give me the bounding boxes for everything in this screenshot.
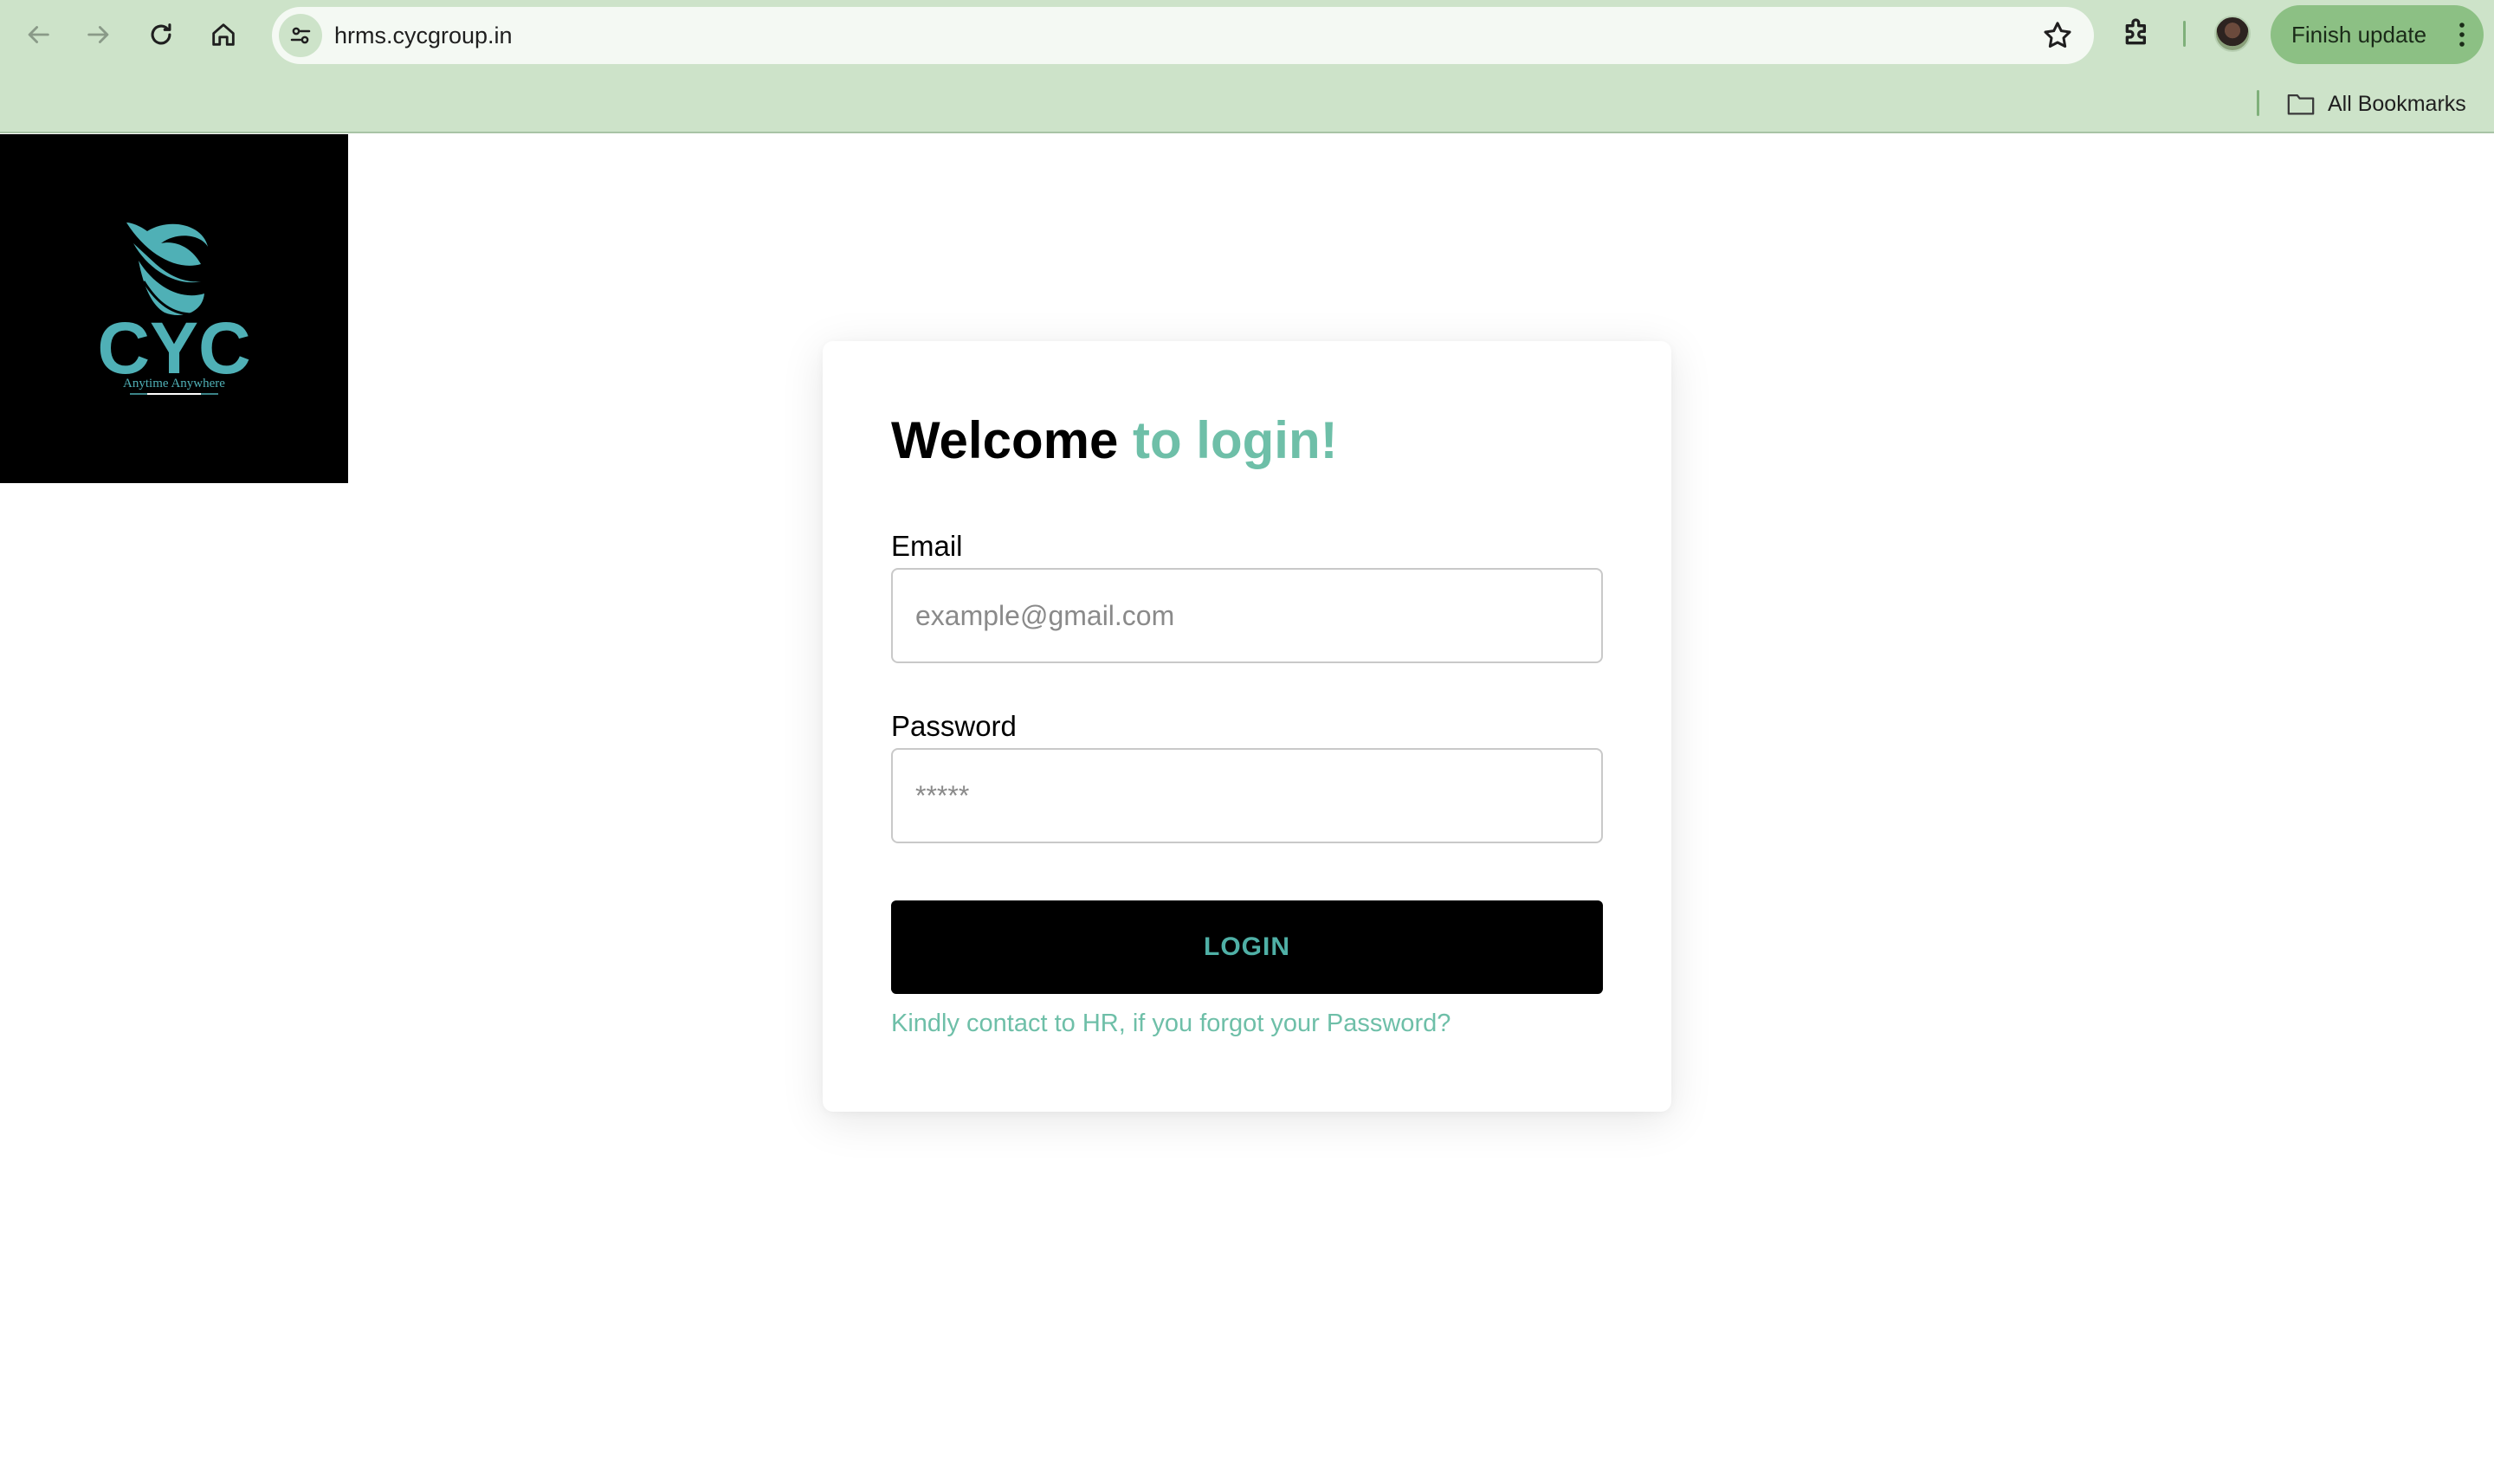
login-card: Welcome to login! Email Password LOGIN K… (823, 341, 1671, 1112)
url-text[interactable]: hrms.cycgroup.in (334, 7, 513, 64)
profile-avatar[interactable] (2214, 16, 2251, 52)
cyc-logo-icon: CYC Anytime Anywhere (97, 223, 251, 395)
toolbar-divider (2183, 21, 2186, 47)
email-label: Email (891, 530, 963, 562)
reload-icon (151, 23, 171, 45)
all-bookmarks-button[interactable]: All Bookmarks (2286, 88, 2466, 119)
arrow-left-icon (28, 26, 49, 43)
reload-button[interactable] (139, 12, 184, 57)
page-title: Welcome to login! (891, 410, 1338, 470)
tune-icon (290, 27, 311, 44)
password-field[interactable] (891, 748, 1603, 843)
site-info-button[interactable] (279, 14, 322, 57)
address-bar[interactable]: hrms.cycgroup.in (272, 7, 2094, 64)
extensions-icon[interactable] (2120, 16, 2155, 50)
browser-toolbar: hrms.cycgroup.in Finish update All Bookm… (0, 0, 2494, 133)
forward-button[interactable] (76, 12, 121, 57)
folder-icon (2287, 94, 2315, 115)
more-vert-icon (2459, 23, 2465, 47)
back-button[interactable] (16, 12, 61, 57)
home-button[interactable] (201, 12, 246, 57)
forgot-password-link[interactable]: Kindly contact to HR, if you forgot your… (891, 1010, 1451, 1038)
title-accent: to login! (1133, 411, 1338, 469)
email-field[interactable] (891, 568, 1603, 663)
bookmark-star-icon[interactable] (2040, 18, 2075, 53)
company-logo: CYC Anytime Anywhere (0, 134, 348, 483)
bookmarks-divider (2257, 90, 2259, 116)
title-main: Welcome (891, 411, 1119, 469)
login-button[interactable]: LOGIN (891, 900, 1603, 994)
all-bookmarks-label: All Bookmarks (2328, 91, 2466, 116)
arrow-right-icon (87, 26, 109, 43)
svg-text:Anytime Anywhere: Anytime Anywhere (123, 377, 225, 390)
finish-update-button[interactable]: Finish update (2271, 5, 2484, 64)
password-label: Password (891, 710, 1017, 742)
finish-update-label: Finish update (2291, 22, 2427, 48)
home-icon (212, 23, 235, 46)
